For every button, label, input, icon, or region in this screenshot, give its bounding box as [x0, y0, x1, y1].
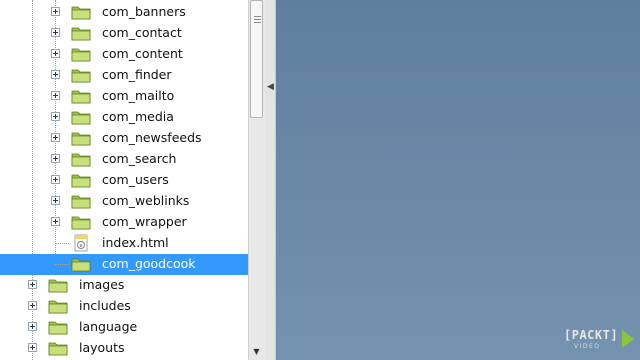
plus-expander-icon[interactable] — [51, 196, 60, 205]
folder-icon — [71, 46, 91, 62]
tree-item-label: layouts — [79, 340, 125, 355]
plus-expander-icon[interactable] — [28, 301, 37, 310]
folder-icon — [71, 67, 91, 83]
tree-item-label: index.html — [102, 235, 169, 250]
plus-expander-icon[interactable] — [28, 322, 37, 331]
folder-icon — [71, 172, 91, 188]
tree-folder-item[interactable]: com_banners — [0, 2, 248, 23]
svg-text:e: e — [79, 243, 82, 249]
folder-icon — [71, 109, 91, 125]
plus-expander-icon[interactable] — [51, 28, 60, 37]
tree-item-label: com_media — [102, 109, 174, 124]
tree-item-label: com_newsfeeds — [102, 130, 202, 145]
tree-folder-item[interactable]: layouts — [0, 338, 248, 359]
panel-splitter[interactable]: ◀ — [265, 0, 276, 360]
tree-item-label: com_mailto — [102, 88, 175, 103]
tree-file-item[interactable]: e index.html — [0, 233, 248, 254]
tree-folder-item[interactable]: com_contact — [0, 23, 248, 44]
folder-icon — [71, 130, 91, 146]
tree-item-label: com_contact — [102, 25, 182, 40]
scrollbar-thumb[interactable] — [250, 0, 263, 118]
folder-icon — [48, 340, 68, 356]
folder-icon — [48, 277, 68, 293]
tree-item-label: language — [79, 319, 138, 334]
plus-expander-icon[interactable] — [51, 112, 60, 121]
tree-item-label: com_weblinks — [102, 193, 190, 208]
plus-expander-icon[interactable] — [51, 217, 60, 226]
plus-expander-icon[interactable] — [51, 154, 60, 163]
folder-icon — [71, 256, 91, 272]
folder-icon — [48, 298, 68, 314]
html-file-icon: e — [71, 234, 91, 252]
plus-expander-icon[interactable] — [51, 70, 60, 79]
folder-icon — [71, 4, 91, 20]
thumb-grip-line — [254, 16, 261, 17]
tree-folder-item[interactable]: com_newsfeeds — [0, 128, 248, 149]
tree-item-label: com_goodcook — [102, 256, 196, 271]
tree-folder-item[interactable]: com_mailto — [0, 86, 248, 107]
plus-expander-icon[interactable] — [28, 343, 37, 352]
tree-folder-item[interactable]: com_goodcook — [0, 254, 248, 275]
tree-folder-item[interactable]: com_users — [0, 170, 248, 191]
plus-expander-icon[interactable] — [51, 91, 60, 100]
tree-folder-item[interactable]: language — [0, 317, 248, 338]
packt-logo-subtext: VIDEO — [574, 343, 601, 350]
tree-item-label: com_search — [102, 151, 177, 166]
tree-folder-item[interactable]: com_finder — [0, 65, 248, 86]
plus-expander-icon[interactable] — [28, 280, 37, 289]
tree-item-label: com_wrapper — [102, 214, 187, 229]
folder-icon — [48, 319, 68, 335]
play-icon — [622, 330, 634, 348]
tree-folder-item[interactable]: images — [0, 275, 248, 296]
tree-item-label: images — [79, 277, 125, 292]
scroll-down-arrow-icon[interactable]: ▼ — [249, 346, 264, 358]
tree-item-label: com_content — [102, 46, 183, 61]
plus-expander-icon[interactable] — [51, 175, 60, 184]
tree-scrollbar[interactable]: ▼ — [248, 0, 265, 360]
tree-folder-item[interactable]: com_search — [0, 149, 248, 170]
tree-item-label: com_banners — [102, 4, 186, 19]
tree-item-label: com_users — [102, 172, 169, 187]
tree-item-label: com_finder — [102, 67, 172, 82]
tree-folder-item[interactable]: com_weblinks — [0, 191, 248, 212]
tree-guide-line — [55, 264, 69, 265]
tree-folder-item[interactable]: com_media — [0, 107, 248, 128]
tree-folder-item[interactable]: includes — [0, 296, 248, 317]
plus-expander-icon[interactable] — [51, 49, 60, 58]
thumb-grip-line — [254, 22, 261, 23]
folder-icon — [71, 193, 91, 209]
tree-item-label: includes — [79, 298, 131, 313]
file-tree-panel: com_banners com_contact com_content com_fin… — [0, 0, 248, 360]
packt-logo-text: [PACKT] — [564, 328, 619, 342]
plus-expander-icon[interactable] — [51, 133, 60, 142]
thumb-grip-line — [254, 19, 261, 20]
folder-icon — [71, 88, 91, 104]
tree-folder-item[interactable]: com_wrapper — [0, 212, 248, 233]
packt-video-logo: [PACKT] VIDEO — [564, 327, 634, 355]
collapse-left-arrow-icon[interactable]: ◀ — [266, 80, 275, 94]
tree-guide-line — [55, 243, 69, 244]
editor-workspace: [PACKT] VIDEO — [276, 0, 640, 360]
folder-icon — [71, 25, 91, 41]
folder-icon — [71, 151, 91, 167]
plus-expander-icon[interactable] — [51, 7, 60, 16]
tree-folder-item[interactable]: com_content — [0, 44, 248, 65]
folder-icon — [71, 214, 91, 230]
